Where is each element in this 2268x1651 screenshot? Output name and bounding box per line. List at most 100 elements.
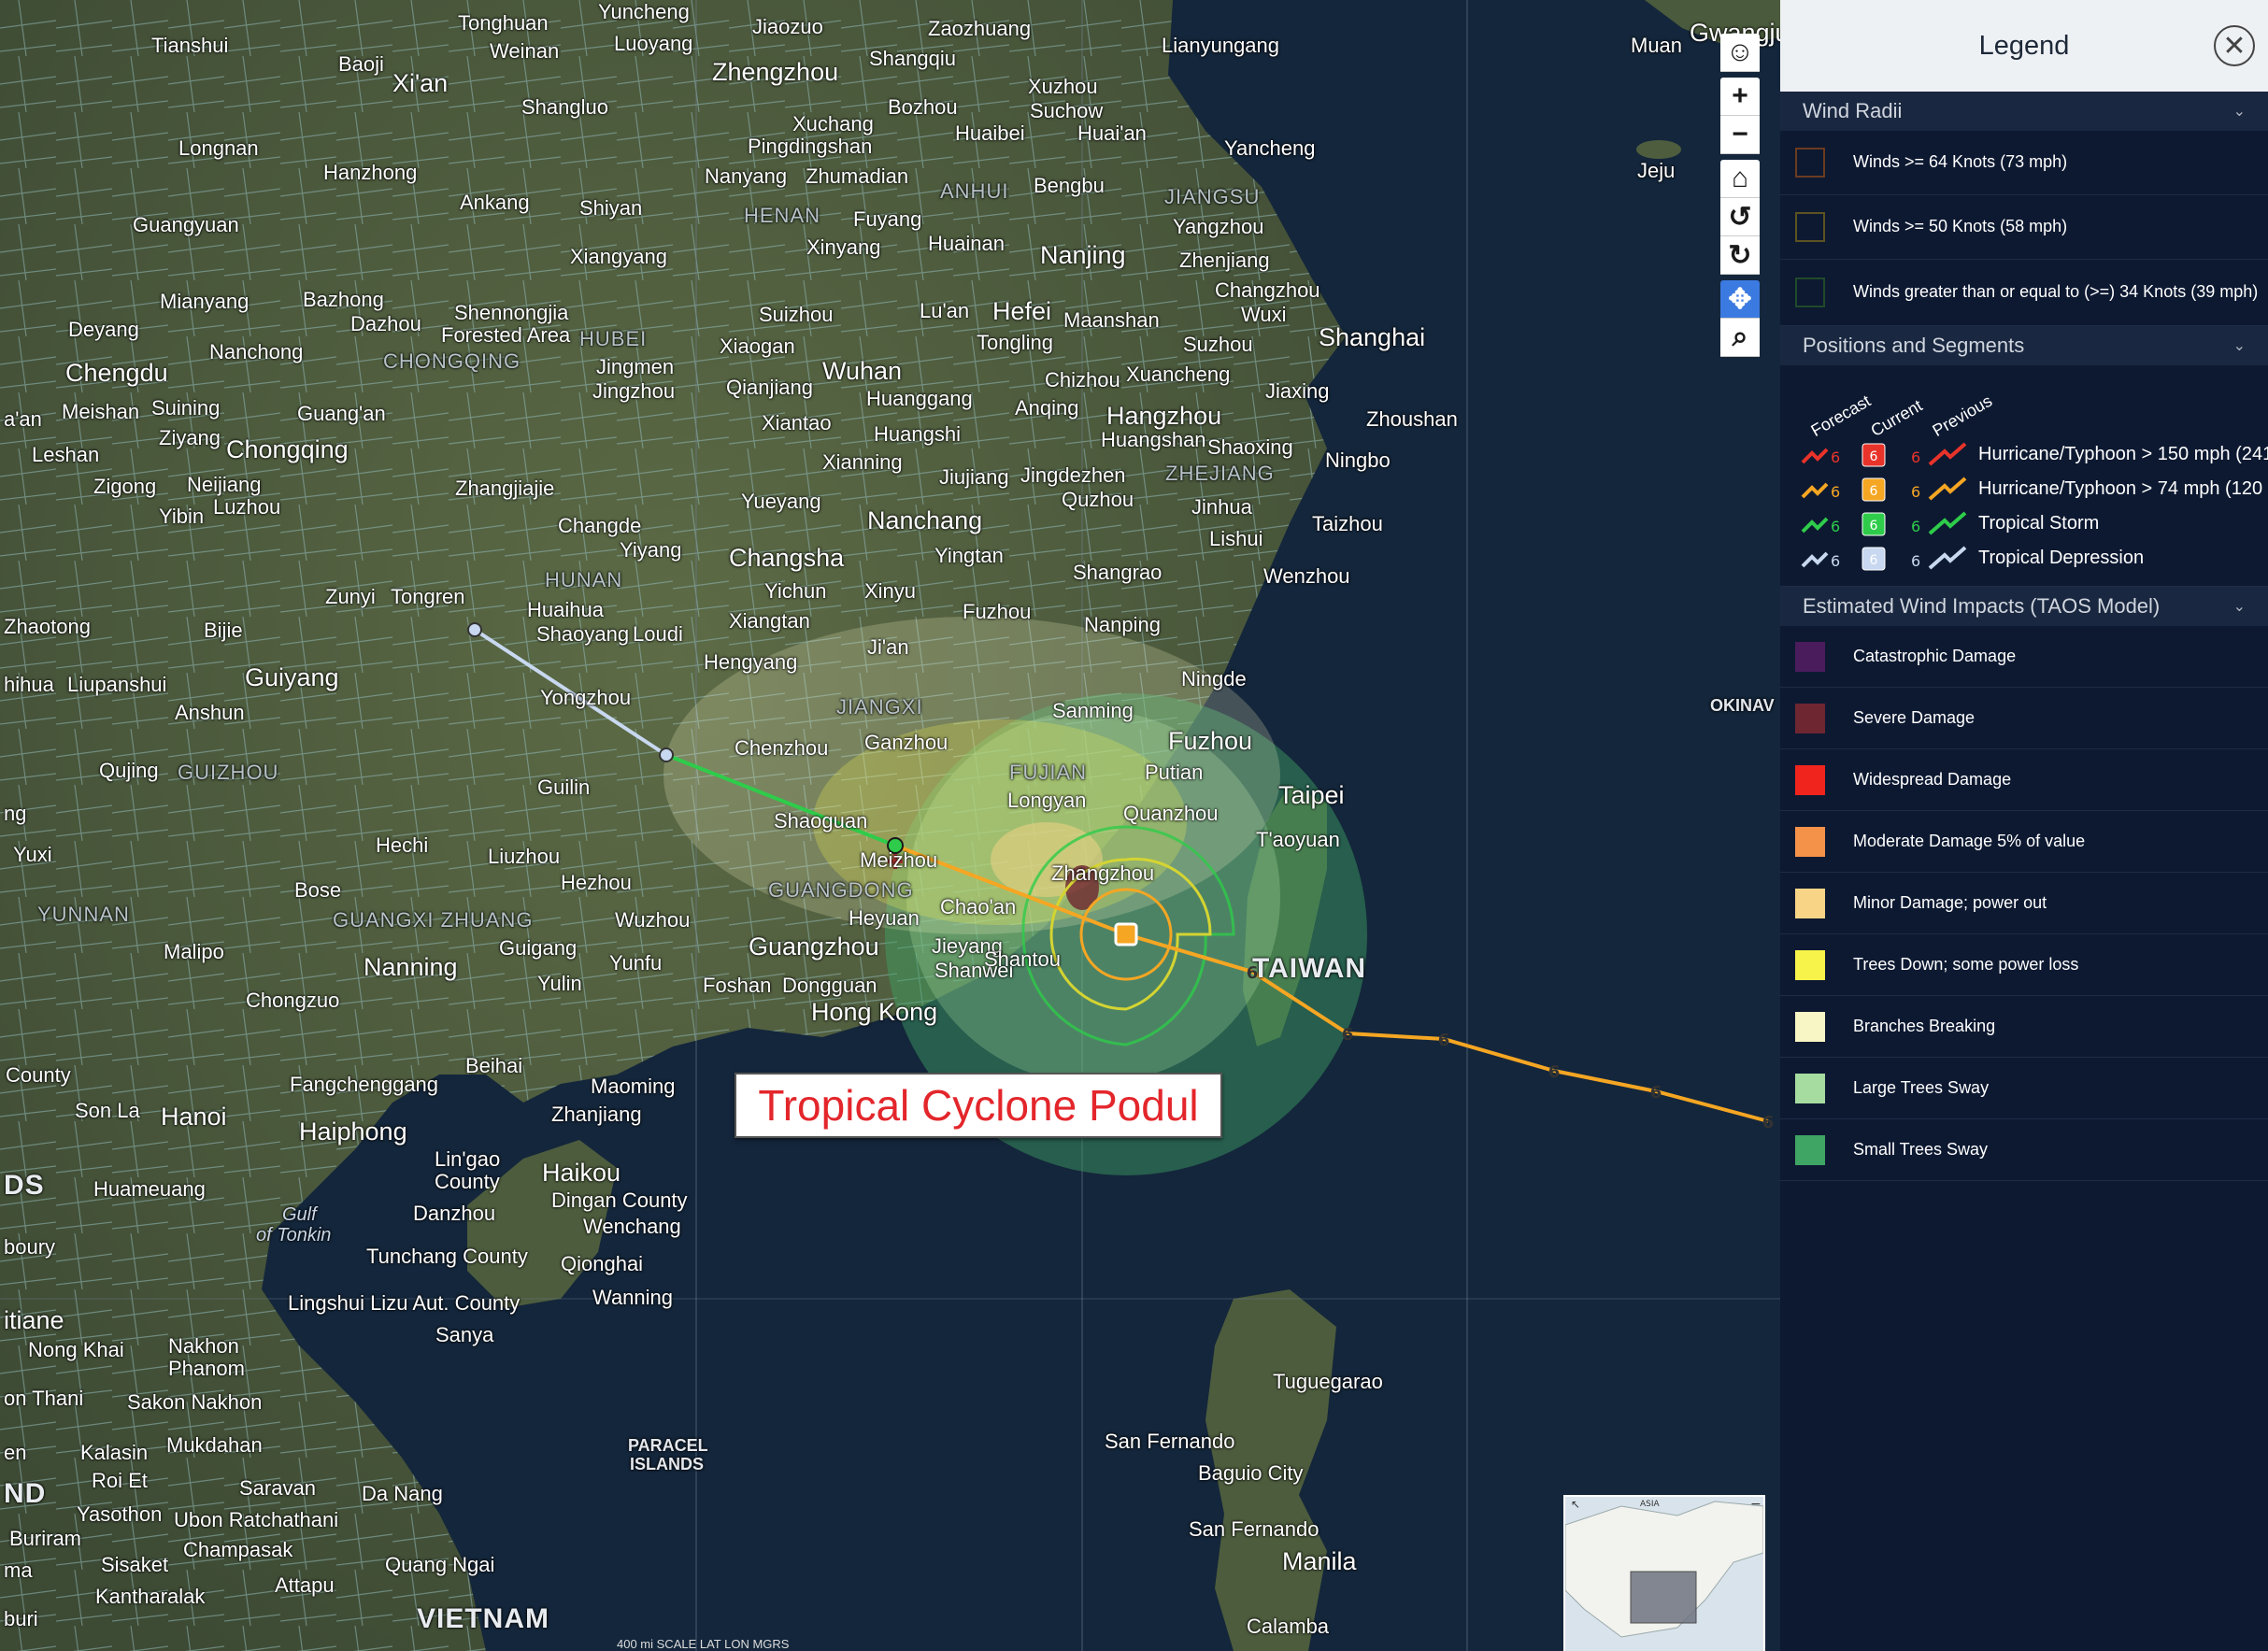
impact-legend-item: Large Trees Sway — [1780, 1058, 2268, 1119]
home-icon[interactable]: ⌂ — [1720, 160, 1760, 198]
place-label: Nanyang — [705, 164, 788, 188]
forecast-marker-3: 6 — [1438, 1031, 1450, 1050]
wind-radius-legend-item: Winds greater than or equal to (>=) 34 K… — [1780, 260, 2268, 326]
place-label: Huameuang — [93, 1177, 206, 1201]
place-label: Fuyang — [853, 207, 922, 231]
place-label: Yongzhou — [540, 686, 632, 709]
place-label: Yasothon — [77, 1502, 163, 1526]
svg-text:6: 6 — [1911, 448, 1920, 466]
place-label: PARACEL — [628, 1436, 708, 1455]
section-title: Estimated Wind Impacts (TAOS Model) — [1803, 594, 2161, 618]
svg-text:ASIA: ASIA — [1640, 1500, 1661, 1509]
track-symbols-icon: 6 6 6 — [1801, 546, 1967, 571]
place-label: Xianning — [822, 450, 903, 474]
place-label: Yichun — [764, 579, 827, 603]
region-label: GUANGDONG — [768, 878, 914, 902]
place-label: Xiantao — [762, 411, 832, 434]
place-label: hihua — [4, 673, 54, 696]
place-label: Luzhou — [213, 495, 281, 519]
place-label: Phanom — [168, 1357, 245, 1380]
place-label: Ziyang — [159, 426, 221, 449]
place-label: Jeju — [1637, 159, 1676, 182]
zoom-out-icon[interactable]: − — [1720, 116, 1760, 154]
place-label: Lingshui Lizu Aut. County — [288, 1291, 521, 1315]
position-legend-row: 6 6 6 — [1799, 475, 1973, 503]
position-legend-label: Tropical Storm — [1978, 513, 2100, 534]
place-label: Wuzhou — [615, 908, 691, 932]
overview-inset-map[interactable]: ASIA ↖ − — [1563, 1495, 1765, 1651]
place-label: Guiyang — [245, 663, 339, 691]
place-label: Yuxi — [13, 843, 52, 866]
pan-icon[interactable]: ✥ — [1720, 280, 1760, 319]
place-label: Yancheng — [1224, 136, 1316, 160]
rotate-left-icon[interactable]: ↺ — [1720, 198, 1760, 236]
place-label: Kalasin — [80, 1441, 149, 1464]
place-label: Qianjiang — [726, 376, 813, 399]
place-label: Anqing — [1015, 396, 1079, 420]
place-label: Hezhou — [561, 871, 632, 894]
svg-text:6: 6 — [1911, 483, 1920, 501]
place-label: Jingzhou — [592, 379, 676, 403]
place-label: Bose — [294, 878, 342, 902]
svg-text:−: − — [1750, 1497, 1762, 1512]
place-label: Shennongjia — [454, 301, 569, 324]
place-label: Da Nang — [362, 1482, 443, 1505]
position-legend-label: Hurricane/Typhoon > 150 mph (241 — [1978, 444, 2268, 464]
place-label: Anshun — [175, 701, 245, 724]
place-label: Bazhong — [303, 288, 384, 311]
wind-radii-section-header[interactable]: Wind Radii ⌄ — [1780, 92, 2268, 131]
place-label: Buriram — [9, 1527, 82, 1550]
svg-text:6: 6 — [1870, 519, 1878, 534]
place-label: Huanggang — [866, 387, 973, 410]
svg-text:↖: ↖ — [1571, 1498, 1580, 1511]
place-label: Malipo — [164, 940, 224, 963]
place-label: Xinyang — [806, 235, 881, 259]
place-label: Putian — [1145, 761, 1204, 784]
place-label: Shaoxing — [1207, 435, 1293, 459]
place-label: Muan — [1631, 34, 1683, 57]
place-label: Ganzhou — [864, 731, 949, 754]
place-label: Calamba — [1247, 1615, 1330, 1638]
region-label: GUIZHOU — [178, 761, 279, 784]
place-label: Qujing — [99, 759, 159, 782]
zoom-in-icon[interactable]: + — [1720, 78, 1760, 116]
place-label: Hong Kong — [811, 998, 938, 1026]
impact-legend-item: Branches Breaking — [1780, 996, 2268, 1058]
position-marker-past-2 — [659, 747, 674, 762]
place-label: Zhaotong — [4, 615, 91, 638]
place-label: Quzhou — [1062, 488, 1134, 511]
legend-item-label: Branches Breaking — [1853, 1016, 1996, 1035]
legend-item-label: Catastrophic Damage — [1853, 646, 2017, 665]
region-label: YUNNAN — [37, 903, 130, 926]
current-column-label: Current — [1867, 395, 1926, 441]
map-canvas[interactable]: 6 6 6 6 6 6 ✚ — [0, 0, 1780, 1651]
close-icon[interactable]: ✕ — [2214, 25, 2255, 66]
svg-text:6: 6 — [1870, 484, 1878, 499]
place-label: Luoyang — [614, 32, 693, 55]
legend-swatch — [1795, 888, 1825, 918]
positions-section-header[interactable]: Positions and Segments ⌄ — [1780, 326, 2268, 365]
place-label: Xi'an — [392, 69, 449, 97]
place-label: Sisaket — [101, 1553, 169, 1576]
map-view[interactable]: 6 6 6 6 6 6 ✚ Tonghuan Yuncheng Jiaozuo Zao… — [0, 0, 1780, 1651]
place-label: Bengbu — [1034, 174, 1105, 197]
impacts-section-header[interactable]: Estimated Wind Impacts (TAOS Model) ⌄ — [1780, 587, 2268, 626]
place-label: Huaihua — [527, 598, 604, 621]
place-label: Saravan — [239, 1476, 316, 1500]
wind-radius-legend-item: Winds >= 64 Knots (73 mph) — [1780, 131, 2268, 195]
place-label: Yueyang — [741, 490, 821, 513]
legend-item-label: Winds >= 64 Knots (73 mph) — [1853, 152, 2068, 172]
rotate-right-icon[interactable]: ↻ — [1720, 236, 1760, 275]
street-view-icon[interactable]: ☺ — [1720, 34, 1760, 72]
chevron-down-icon: ⌄ — [2232, 104, 2246, 120]
forecast-marker-2: 6 — [1342, 1025, 1354, 1045]
place-label: boury — [4, 1235, 56, 1259]
place-label: Nanjing — [1040, 241, 1126, 269]
place-label: Guilin — [537, 776, 591, 799]
place-label: T'aoyuan — [1256, 828, 1340, 851]
zoom-box-icon[interactable]: ⌕ — [1720, 319, 1760, 357]
place-label: Xinyu — [864, 579, 917, 603]
track-symbols-icon: 6 6 6 — [1801, 477, 1967, 502]
place-label: Tonghuan — [458, 11, 549, 35]
place-label: Zhangzhou — [1051, 861, 1155, 885]
